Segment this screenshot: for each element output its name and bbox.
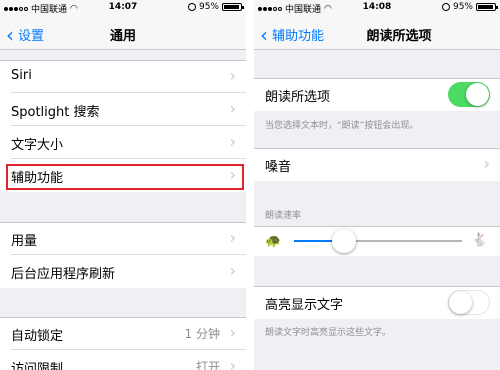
alarm-icon <box>441 3 450 11</box>
chevron-right-icon: › <box>229 261 236 280</box>
list-item-label: 后台应用程序刷新 <box>11 267 116 282</box>
highlight-words-footer: 朗读文字时高亮显示这些文字。 <box>265 328 392 338</box>
list-item-spotlight[interactable]: Spotlight 搜索 › <box>0 93 246 126</box>
list-item-background-refresh[interactable]: 后台应用程序刷新 › <box>0 255 246 288</box>
speak-selection-toggle[interactable] <box>448 82 490 107</box>
list-item-text-size[interactable]: 文字大小 › <box>0 126 246 159</box>
list-item-usage[interactable]: 用量 › <box>0 222 246 255</box>
list-item-auto-lock[interactable]: 自动锁定 1 分钟 › <box>0 317 246 350</box>
voices-row[interactable]: 嗓音 › <box>254 148 500 181</box>
battery-percent: 95% <box>452 2 473 12</box>
alarm-icon <box>187 3 196 11</box>
highlight-words-toggle[interactable] <box>448 290 490 315</box>
back-chevron-icon: ‹ <box>260 22 268 47</box>
navigation-bar: ‹ 辅助功能 朗读所选项 <box>254 16 500 50</box>
list-item-detail: 1 分钟 <box>184 327 220 341</box>
voices-label: 嗓音 <box>265 160 292 175</box>
navigation-bar: ‹ 设置 通用 <box>0 16 246 50</box>
battery-icon <box>476 3 498 11</box>
page-title: 朗读所选项 <box>366 29 432 44</box>
chevron-right-icon: › <box>229 356 236 370</box>
battery-icon <box>222 3 244 11</box>
turtle-icon: 🐢 <box>265 234 282 249</box>
list-item-label: 访问限制 <box>11 362 64 370</box>
chevron-right-icon: › <box>229 323 236 342</box>
chevron-right-icon: › <box>229 132 236 151</box>
list-item-detail: 打开 <box>195 360 220 370</box>
list-item-siri[interactable]: Siri › <box>0 60 246 93</box>
speak-selection-row: 朗读所选项 <box>254 78 500 111</box>
general-settings-screen: 中国联通 ◠ 14:07 95% ‹ 设置 通用 Siri › Spotligh… <box>0 0 246 370</box>
speaking-rate-slider[interactable]: 🐢 🐇 <box>254 226 500 256</box>
speak-selection-label: 朗读所选项 <box>265 90 331 105</box>
chevron-right-icon: › <box>483 154 490 173</box>
chevron-right-icon: › <box>229 228 236 247</box>
list-item-label: 文字大小 <box>11 138 64 153</box>
status-bar: 中国联通 ◠ 14:07 95% <box>0 0 246 16</box>
highlight-words-label: 高亮显示文字 <box>265 298 344 313</box>
speaking-rate-header: 朗读速率 <box>265 211 302 221</box>
list-item-label: Spotlight 搜索 <box>11 105 100 120</box>
slider-track <box>344 240 462 242</box>
chevron-right-icon: › <box>229 66 236 85</box>
list-item-restrictions[interactable]: 访问限制 打开 › <box>0 350 246 370</box>
speak-selection-footer: 当您选择文本时，“朗读”按钮会出现。 <box>265 121 419 131</box>
highlight-box <box>6 164 244 190</box>
page-title: 通用 <box>109 29 136 44</box>
battery-percent: 95% <box>198 2 219 12</box>
status-bar: 中国联通 ◠ 14:08 95% <box>254 0 500 16</box>
list-item-label: Siri <box>11 68 32 83</box>
list-item-label: 用量 <box>11 234 38 249</box>
slider-thumb[interactable] <box>332 229 357 253</box>
highlight-words-row: 高亮显示文字 <box>254 286 500 319</box>
chevron-right-icon: › <box>229 99 236 118</box>
list-item-label: 自动锁定 <box>11 329 64 344</box>
speak-selection-screen: 中国联通 ◠ 14:08 95% ‹ 辅助功能 朗读所选项 朗读所选项 当您选择… <box>254 0 500 370</box>
rabbit-icon: 🐇 <box>471 233 488 248</box>
